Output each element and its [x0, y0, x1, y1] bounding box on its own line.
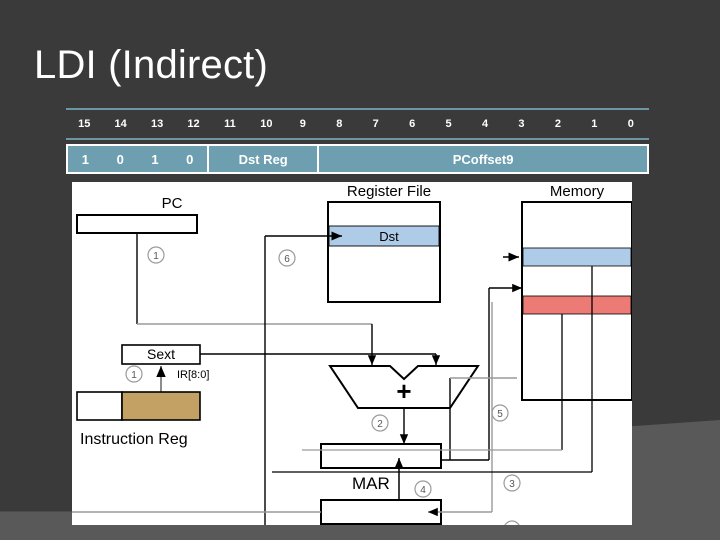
bit-label-13: 13 — [150, 118, 164, 130]
bit-label-3: 3 — [518, 118, 525, 130]
svg-text:3: 3 — [509, 479, 515, 490]
svg-text:1: 1 — [131, 370, 137, 381]
bit-label-7: 7 — [372, 118, 379, 130]
bit-label-0: 0 — [627, 118, 634, 130]
memory-label: Memory — [550, 183, 605, 200]
register-file-label: Register File — [347, 183, 431, 200]
bit-label-14: 14 — [114, 118, 127, 130]
svg-text:6: 6 — [284, 254, 290, 265]
adder-plus-symbol: + — [396, 376, 411, 406]
instruction-reg-label: Instruction Reg — [80, 431, 188, 448]
bit-label-15: 15 — [78, 118, 91, 130]
bit-number-strip: 15 14 13 12 11 10 9 8 7 6 5 4 3 2 1 0 — [66, 108, 649, 140]
bit-label-1: 1 — [591, 118, 598, 130]
bit-label-12: 12 — [187, 118, 200, 130]
bit-label-6: 6 — [409, 118, 416, 130]
pcoffset9-field: PCoffset9 — [317, 146, 647, 172]
svg-text:5: 5 — [497, 409, 503, 420]
instruction-encoding-bar: 1 0 1 0 Dst Reg PCoffset9 — [66, 144, 649, 174]
bit-number-list: 15 14 13 12 11 10 9 8 7 6 5 4 3 2 1 0 — [66, 110, 649, 138]
register-file-box — [327, 201, 441, 303]
bit-label-11: 11 — [224, 118, 236, 130]
instruction-reg-opcode-cell — [76, 391, 123, 421]
opcode-bit-14: 0 — [102, 146, 138, 172]
bit-label-8: 8 — [336, 118, 343, 130]
memory-row-blue — [522, 247, 632, 267]
bit-label-10: 10 — [260, 118, 273, 130]
svg-text:1: 1 — [153, 251, 159, 262]
opcode-bit-15: 1 — [68, 146, 103, 172]
datapath-diagram-panel: PC 1 Sext IR[8:0] 1 Instruction Reg Regi — [72, 182, 632, 525]
bit-label-5: 5 — [445, 118, 452, 130]
bit-label-9: 9 — [299, 118, 306, 130]
svg-text:2: 2 — [377, 419, 383, 430]
dst-label: Dst — [379, 229, 399, 244]
bit-label-2: 2 — [554, 118, 561, 130]
memory-row-red — [522, 295, 632, 315]
page-title: LDI (Indirect) — [34, 43, 268, 87]
instruction-reg-offset-cell — [121, 391, 201, 421]
mar-label: MAR — [352, 474, 390, 493]
pc-register-box — [76, 214, 198, 234]
mar-register-box — [320, 443, 442, 469]
dst-reg-field: Dst Reg — [207, 146, 318, 172]
bit-label-4: 4 — [481, 118, 489, 130]
ir-bits-label: IR[8:0] — [177, 369, 209, 381]
svg-text:4: 4 — [420, 485, 426, 496]
opcode-bit-12: 0 — [172, 146, 208, 172]
sext-label: Sext — [147, 346, 175, 362]
pc-label: PC — [162, 195, 183, 212]
mdr-register-box — [320, 499, 442, 525]
opcode-bit-13: 1 — [137, 146, 173, 172]
